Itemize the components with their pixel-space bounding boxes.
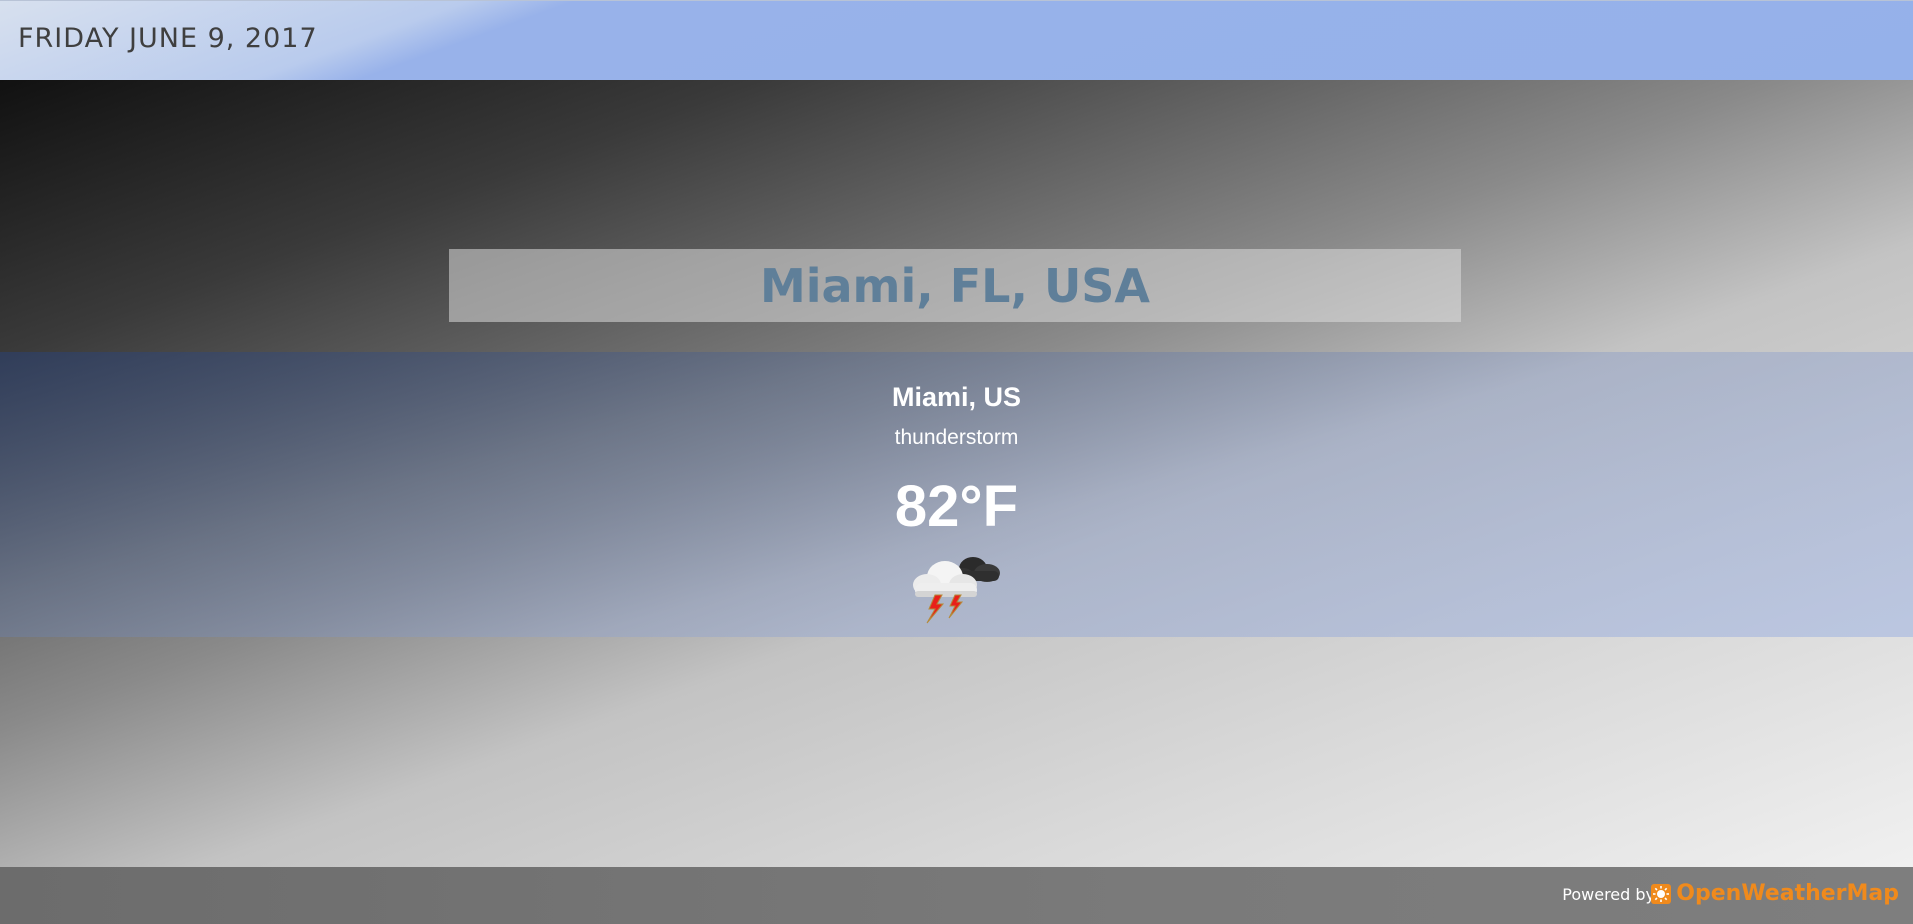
temperature-value: 82°F <box>894 474 1019 539</box>
location-banner: Miami, FL, USA <box>449 249 1461 322</box>
header-bar: FRIDAY JUNE 9, 2017 <box>0 0 1913 80</box>
footer-bar: Powered by OpenWeatherMap <box>0 867 1913 924</box>
date-heading: FRIDAY JUNE 9, 2017 <box>18 23 318 54</box>
lightning-bolt-right <box>948 594 964 619</box>
sun-logo-icon <box>1651 883 1672 904</box>
city-name: Miami, US <box>891 382 1022 412</box>
openweathermap-link[interactable]: OpenWeatherMap <box>1650 881 1899 906</box>
location-title: Miami, FL, USA <box>759 258 1151 313</box>
powered-by-label: Powered by <box>1562 885 1655 904</box>
thunderstorm-icon <box>913 557 1000 624</box>
weather-condition: thunderstorm <box>894 426 1019 449</box>
lightning-bolt-left <box>926 594 945 624</box>
openweathermap-label: OpenWeatherMap <box>1676 881 1899 906</box>
weather-panel: Miami, US thunderstorm 82°F <box>0 352 1913 637</box>
